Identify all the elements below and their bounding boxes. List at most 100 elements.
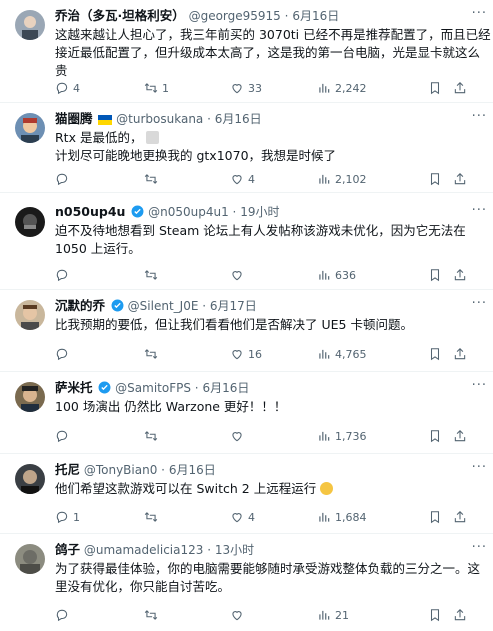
avatar[interactable] [15, 464, 45, 494]
retweet-button[interactable] [144, 509, 162, 527]
retweet-icon [144, 270, 158, 280]
author-name[interactable]: 鸽子 [55, 542, 80, 557]
author-name[interactable]: 托尼 [55, 462, 80, 477]
timestamp[interactable]: 6月16日 [202, 381, 249, 395]
reply-tweet[interactable]: 沉默的乔 @Silent_J0E · 6月17日 比我预期的要低，但让我们看看他… [0, 290, 493, 372]
views-button[interactable]: 2,102 [317, 171, 367, 189]
share-button[interactable] [453, 80, 471, 98]
author-name[interactable]: 萨米托 [55, 380, 93, 395]
retweet-button[interactable] [144, 607, 162, 625]
like-count: 4 [248, 173, 255, 186]
timestamp[interactable]: 6月17日 [210, 299, 257, 313]
reply-button[interactable] [55, 346, 73, 364]
retweet-button[interactable] [144, 171, 162, 189]
more-icon[interactable]: ··· [472, 460, 487, 475]
share-button[interactable] [453, 509, 471, 527]
share-button[interactable] [453, 267, 471, 285]
like-icon [232, 84, 242, 94]
author-handle[interactable]: @george95915 [189, 9, 281, 23]
views-icon [319, 431, 330, 441]
tweet-text-line: 比我预期的要低，但让我们看看他们是否解决了 UE5 卡顿问题。 [55, 317, 413, 332]
like-icon [232, 350, 242, 360]
author-name[interactable]: 沉默的乔 [55, 298, 105, 313]
reply-button[interactable] [55, 171, 73, 189]
timestamp[interactable]: 6月16日 [292, 9, 339, 23]
reply-button[interactable]: 1 [55, 509, 80, 527]
like-button[interactable]: 4 [230, 171, 255, 189]
avatar[interactable] [15, 544, 45, 574]
author-handle[interactable]: @Silent_J0E [128, 299, 199, 313]
retweet-button[interactable] [144, 267, 162, 285]
bookmark-button[interactable] [428, 171, 446, 189]
retweet-button[interactable] [144, 346, 162, 364]
views-button[interactable]: 1,684 [317, 509, 367, 527]
author-handle[interactable]: @SamitoFPS [115, 381, 191, 395]
share-button[interactable] [453, 346, 471, 364]
reply-tweet[interactable]: 托尼 @TonyBian0 · 6月16日 他们希望这款游戏可以在 Switch… [0, 454, 493, 534]
more-icon[interactable]: ··· [472, 540, 487, 555]
like-button[interactable] [230, 607, 248, 625]
reply-tweet[interactable]: 鸽子 @umamadelicia123 · 13小时 为了获得最佳体验，你的电脑… [0, 534, 493, 631]
like-button[interactable]: 16 [230, 346, 262, 364]
reply-button[interactable] [55, 267, 73, 285]
reply-button[interactable]: 4 [55, 80, 80, 98]
author-handle[interactable]: @n050up4u1 [148, 205, 229, 219]
reply-button[interactable] [55, 607, 73, 625]
bookmark-button[interactable] [428, 509, 446, 527]
views-button[interactable]: 636 [317, 267, 356, 285]
more-icon[interactable]: ··· [472, 109, 487, 124]
views-button[interactable]: 4,765 [317, 346, 367, 364]
bookmark-button[interactable] [428, 346, 446, 364]
like-icon [232, 271, 242, 281]
bookmark-button[interactable] [428, 80, 446, 98]
timestamp[interactable]: 13小时 [215, 543, 254, 557]
views-button[interactable]: 2,242 [317, 80, 367, 98]
avatar[interactable] [15, 207, 45, 237]
retweet-button[interactable]: 1 [144, 80, 169, 98]
share-button[interactable] [453, 428, 471, 446]
timestamp[interactable]: 6月16日 [169, 463, 216, 477]
avatar[interactable] [15, 10, 45, 40]
like-icon [232, 513, 242, 523]
retweet-count: 1 [162, 82, 169, 95]
reply-button[interactable] [55, 428, 73, 446]
reply-tweet[interactable]: n050up4u @n050up4u1 · 19小时 迫不及待地想看到 Stea… [0, 193, 493, 290]
views-button[interactable]: 1,736 [317, 428, 367, 446]
tweet-text-line: 1050 上运行。 [55, 241, 141, 256]
share-icon [454, 609, 466, 621]
avatar[interactable] [15, 382, 45, 412]
bookmark-button[interactable] [428, 607, 446, 625]
author-handle[interactable]: @TonyBian0 [84, 463, 158, 477]
bookmark-button[interactable] [428, 267, 446, 285]
more-icon[interactable]: ··· [472, 203, 487, 218]
views-icon [319, 512, 330, 522]
tweet-text-line: Rtx 是最低的， [55, 130, 143, 145]
like-button[interactable] [230, 428, 248, 446]
reply-tweet[interactable]: 猫圈腾 @turbosukana · 6月16日 Rtx 是最低的， 计划尽可能… [0, 103, 493, 193]
more-icon[interactable]: ··· [472, 296, 487, 311]
more-icon[interactable]: ··· [472, 6, 487, 21]
timestamp[interactable]: 6月16日 [215, 112, 262, 126]
bookmark-button[interactable] [428, 428, 446, 446]
timestamp[interactable]: 19小时 [240, 205, 279, 219]
like-button[interactable] [230, 267, 248, 285]
more-icon[interactable]: ··· [472, 378, 487, 393]
share-button[interactable] [453, 171, 471, 189]
avatar[interactable] [15, 113, 45, 143]
share-button[interactable] [453, 607, 471, 625]
avatar[interactable] [15, 300, 45, 330]
views-button[interactable]: 21 [317, 607, 349, 625]
reply-tweet[interactable]: 萨米托 @SamitoFPS · 6月16日 100 场演出 仍然比 Warzo… [0, 372, 493, 454]
like-button[interactable]: 33 [230, 80, 262, 98]
author-name[interactable]: 乔治（多瓦·坦格利安） [55, 8, 185, 23]
retweet-button[interactable] [144, 428, 162, 446]
author-handle[interactable]: @turbosukana [116, 112, 203, 126]
author-name[interactable]: 猫圈腾 [55, 111, 93, 126]
author-handle[interactable]: @umamadelicia123 [84, 543, 204, 557]
tweet-text-line: 里没有优化，你只能自讨苦吃。 [55, 579, 231, 594]
author-name[interactable]: n050up4u [55, 204, 125, 219]
like-count: 33 [248, 82, 262, 95]
views-count: 2,102 [335, 173, 367, 186]
reply-tweet[interactable]: 乔治（多瓦·坦格利安） @george95915 · 6月16日 这越来越让人担… [0, 0, 493, 103]
like-button[interactable]: 4 [230, 509, 255, 527]
